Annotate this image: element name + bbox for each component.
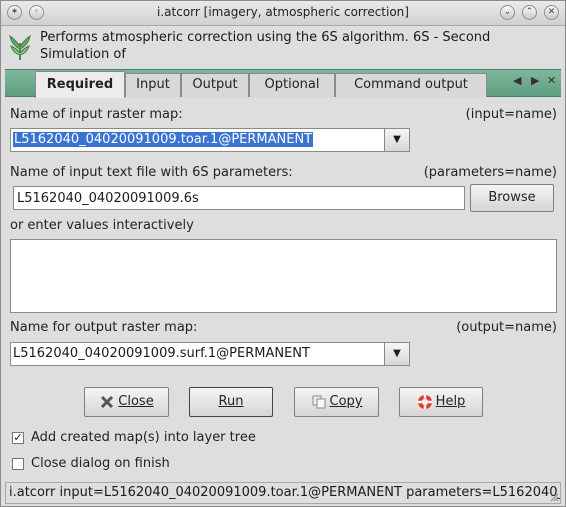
window-title: i.atcorr [imagery, atmospheric correctio… [157, 5, 409, 19]
tab-bar: Required Input Output Optional Command o… [5, 69, 561, 98]
interactive-label: or enter values interactively [10, 218, 194, 233]
module-header: Performs atmospheric correction using th… [1, 26, 565, 68]
close-x-icon [101, 395, 114, 408]
close-button[interactable]: Close [84, 387, 169, 417]
title-bar: ✶ ◦ i.atcorr [imagery, atmospheric corre… [1, 1, 565, 26]
output-map-param: (output=name) [456, 320, 557, 335]
dialog-window: ✶ ◦ i.atcorr [imagery, atmospheric corre… [0, 0, 566, 507]
command-preview: i.atcorr input=L5162040_04020091009.toar… [9, 485, 560, 500]
help-button[interactable]: Help [399, 387, 483, 417]
dropdown-arrow-icon[interactable]: ▼ [384, 343, 409, 365]
browse-button[interactable]: Browse [470, 184, 554, 212]
close-on-finish-checkbox[interactable] [12, 458, 24, 470]
tab-optional[interactable]: Optional [249, 73, 335, 97]
interactive-textarea[interactable] [10, 239, 557, 313]
close-button-label: Close [118, 394, 154, 409]
close-window-icon[interactable]: ✕ [544, 5, 559, 20]
tab-close-icon[interactable]: ✕ [547, 74, 556, 87]
input-map-label: Name of input raster map: [10, 107, 183, 122]
param-file-input[interactable]: L5162040_04020091009.6s [13, 186, 465, 210]
status-bar: i.atcorr input=L5162040_04020091009.toar… [5, 482, 561, 504]
copy-button[interactable]: Copy [294, 387, 379, 417]
output-map-combo[interactable]: L5162040_04020091009.surf.1@PERMANENT ▼ [10, 342, 410, 366]
maximize-icon[interactable]: ⌃ [522, 5, 537, 20]
param-file-label: Name of input text file with 6S paramete… [10, 165, 293, 180]
run-button-label: Run [218, 394, 244, 409]
module-description: Performs atmospheric correction using th… [40, 30, 491, 62]
param-file-value: L5162040_04020091009.6s [17, 191, 199, 206]
help-button-label: Help [435, 394, 466, 409]
tab-scroll-left-icon[interactable]: ◀ [513, 74, 521, 87]
resize-grip-icon[interactable] [549, 492, 559, 502]
copy-button-label: Copy [329, 394, 363, 409]
grass-logo-icon [9, 34, 31, 60]
add-layer-label: Add created map(s) into layer tree [31, 430, 256, 445]
dropdown-arrow-icon[interactable]: ▼ [384, 129, 409, 151]
input-map-combo[interactable]: L5162040_04020091009.toar.1@PERMANENT ▼ [10, 128, 410, 152]
lifebuoy-icon [417, 394, 432, 409]
input-map-value: L5162040_04020091009.toar.1@PERMANENT [13, 132, 314, 147]
tab-input[interactable]: Input [125, 73, 181, 97]
tab-scroll-right-icon[interactable]: ▶ [531, 74, 539, 87]
output-map-label: Name for output raster map: [10, 320, 198, 335]
copy-icon [312, 395, 325, 408]
minimize-icon[interactable]: ⌄ [500, 5, 515, 20]
tab-required[interactable]: Required [35, 71, 125, 98]
add-layer-checkbox[interactable]: ✓ [12, 432, 24, 444]
output-map-value: L5162040_04020091009.surf.1@PERMANENT [13, 346, 310, 361]
close-on-finish-label: Close dialog on finish [31, 456, 170, 471]
input-map-param: (input=name) [465, 107, 557, 122]
run-button[interactable]: Run [189, 387, 273, 417]
tab-command-output[interactable]: Command output [335, 73, 487, 97]
param-file-param: (parameters=name) [423, 165, 557, 180]
tab-output[interactable]: Output [181, 73, 249, 97]
